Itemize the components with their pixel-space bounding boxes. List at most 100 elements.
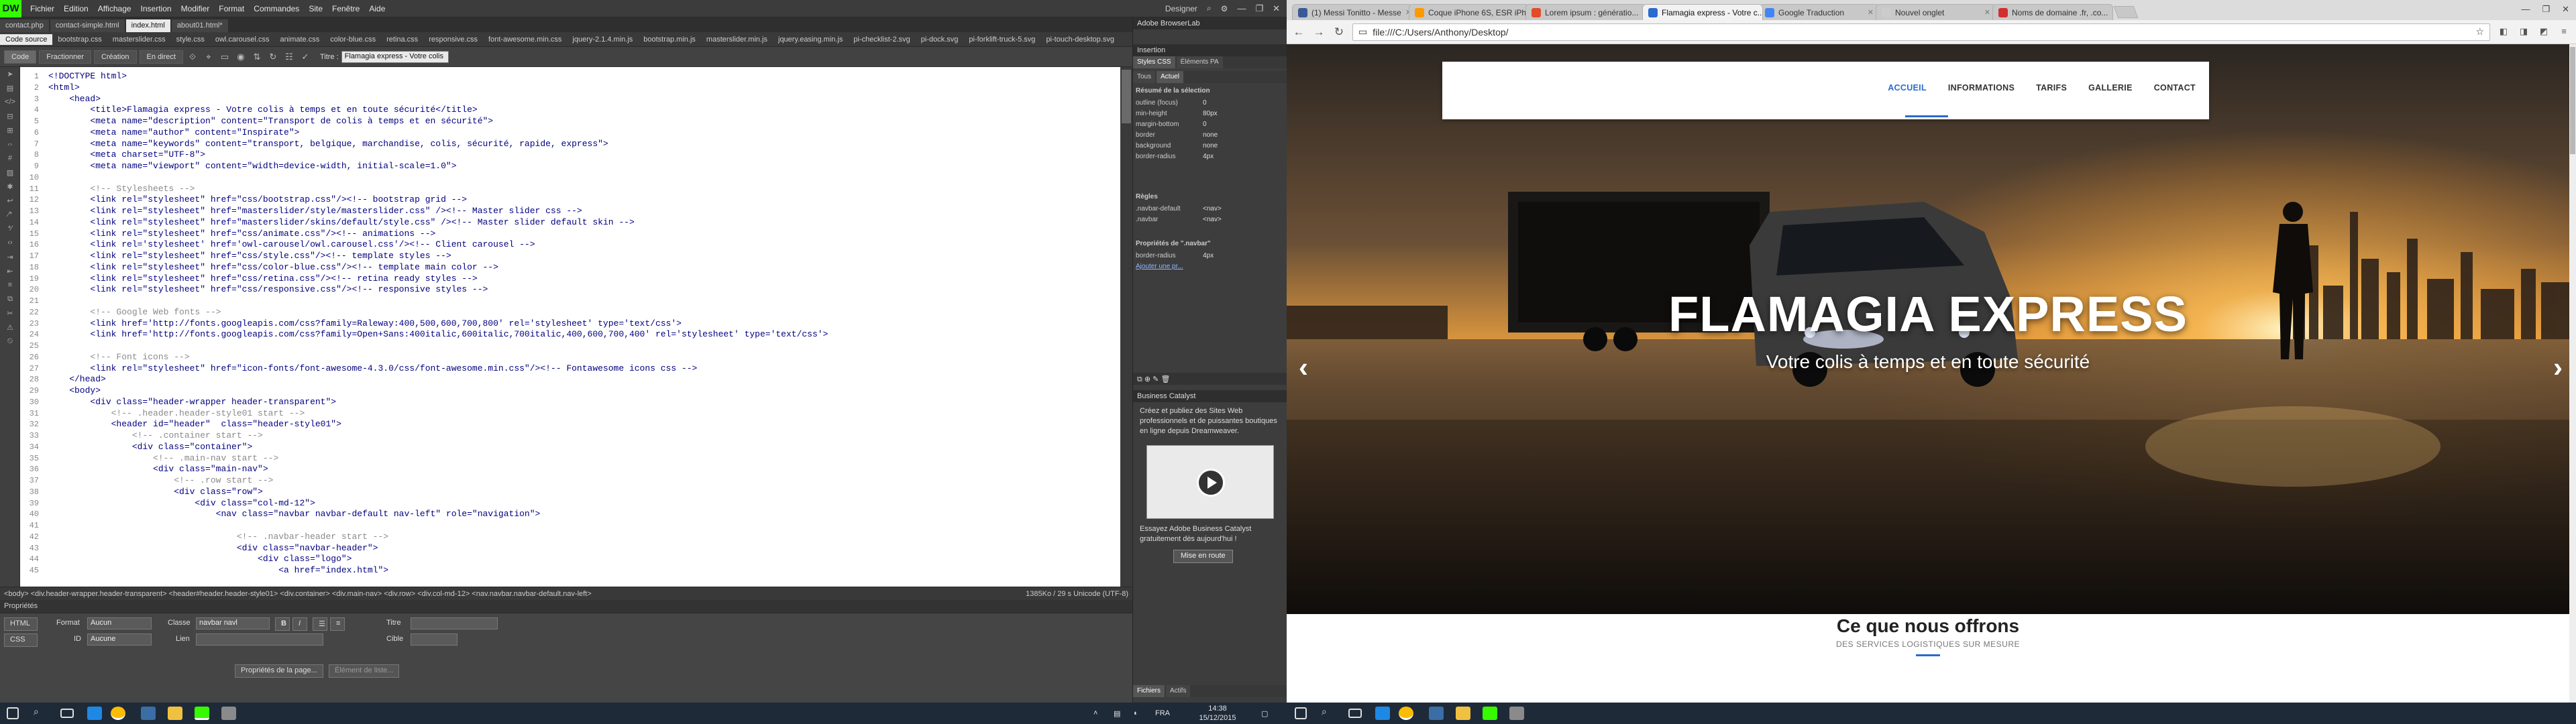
view-code-button[interactable]: Code: [4, 50, 37, 64]
files-panel-tab[interactable]: Actifs: [1166, 685, 1191, 697]
minimize-icon[interactable]: —: [2521, 4, 2530, 15]
tab-close-icon[interactable]: ✕: [1984, 8, 1990, 17]
related-file[interactable]: pi-checklist-2.svg: [848, 36, 915, 44]
related-file[interactable]: bootstrap.min.js: [638, 36, 701, 44]
page-properties-button[interactable]: Propriétés de la page...: [235, 664, 323, 678]
related-file[interactable]: pi-forklift-truck-5.svg: [963, 36, 1040, 44]
tray-up-icon[interactable]: ˄: [1093, 709, 1097, 717]
dreamweaver-taskbar-icon[interactable]: [195, 707, 209, 720]
start-icon[interactable]: [7, 707, 19, 719]
document-tab[interactable]: contact-simple.html: [50, 19, 125, 32]
menu-item[interactable]: Affichage: [93, 4, 136, 13]
code-line[interactable]: <meta name="description" content="Transp…: [48, 116, 1115, 127]
css-panel-tab[interactable]: Éléments PA: [1176, 56, 1223, 68]
summary-row[interactable]: outline (focus) 0: [1136, 99, 1285, 109]
minimize-icon[interactable]: —: [1237, 3, 1246, 14]
code-line[interactable]: <div class="container">: [48, 442, 1115, 453]
code-line[interactable]: <link href='http://fonts.googleapis.com/…: [48, 318, 1115, 330]
menu-item[interactable]: Fenêtre: [327, 4, 364, 13]
close-icon[interactable]: ✕: [1273, 3, 1280, 14]
tag-selector-path[interactable]: <body> <div.header-wrapper.header-transp…: [4, 590, 592, 598]
code-line[interactable]: <html>: [48, 82, 1115, 94]
document-tab[interactable]: about01.html*: [171, 19, 228, 32]
comment-icon[interactable]: ⁄*: [3, 210, 17, 222]
chrome-taskbar-icon[interactable]: [111, 707, 125, 720]
link-field[interactable]: [196, 634, 323, 646]
search-icon[interactable]: ⌕: [1207, 3, 1212, 13]
app-taskbar-icon[interactable]: [141, 707, 156, 720]
code-line[interactable]: [48, 341, 1115, 352]
properties-panel-title[interactable]: Propriétés: [0, 600, 1132, 613]
title-input[interactable]: Flamagia express - Votre colis: [341, 50, 449, 63]
task-view-icon[interactable]: [1348, 709, 1362, 718]
code-line[interactable]: <link rel="stylesheet" href="css/respons…: [48, 284, 1115, 296]
wrap-icon[interactable]: ↩: [3, 196, 17, 208]
collapse-icon[interactable]: ⊟: [3, 112, 17, 123]
notifications-icon[interactable]: ▢: [1261, 709, 1268, 718]
css-property-row-value[interactable]: 4px: [1203, 252, 1285, 262]
code-line[interactable]: <div class="row">: [48, 487, 1115, 498]
browser-tab[interactable]: Noms de domaine .fr, .co... ✕: [1992, 4, 2113, 20]
app-taskbar-icon[interactable]: [1429, 707, 1444, 720]
pointer-icon[interactable]: ➤: [3, 70, 17, 81]
extension-icon[interactable]: ◩: [2537, 26, 2551, 38]
related-file[interactable]: pi-touch-desktop.svg: [1040, 36, 1120, 44]
slider-prev-icon[interactable]: ‹: [1299, 351, 1308, 383]
id-select[interactable]: Aucune: [87, 634, 152, 646]
forward-icon[interactable]: →: [1312, 25, 1326, 39]
code-line[interactable]: <link href='http://fonts.googleapis.com/…: [48, 329, 1115, 341]
target-select[interactable]: [411, 634, 458, 646]
browser-tab[interactable]: (1) Messi Tonitto - Messe✕: [1292, 4, 1413, 20]
rule-row[interactable]: .navbar <nav>: [1136, 216, 1285, 226]
chrome-taskbar-icon[interactable]: [1399, 707, 1413, 720]
code-line[interactable]: <div class="header-wrapper header-transp…: [48, 397, 1115, 408]
code-content[interactable]: <!DOCTYPE html> <html> <head> <title>Flam…: [48, 71, 1115, 577]
address-bar[interactable]: ▭ file:///C:/Users/Anthony/Desktop/ ☆: [1352, 23, 2490, 41]
code-line[interactable]: <a href="index.html">: [48, 565, 1115, 577]
volume-icon[interactable]: ◐: [1134, 709, 1138, 717]
file-management-icon[interactable]: ⇅: [250, 50, 264, 64]
related-file[interactable]: owl.carousel.css: [210, 36, 275, 44]
syntax-icon[interactable]: ✱: [3, 182, 17, 194]
related-file[interactable]: animate.css: [275, 36, 325, 44]
css-panel-tab[interactable]: Styles CSS: [1133, 56, 1175, 68]
back-icon[interactable]: ←: [1292, 25, 1305, 39]
document-tab[interactable]: index.html: [125, 19, 170, 32]
clock-date[interactable]: 15/12/2015: [1194, 714, 1241, 722]
unordered-list-icon[interactable]: ☰: [313, 617, 327, 631]
summary-row[interactable]: min-height 80px: [1136, 110, 1285, 120]
code-line[interactable]: <link rel="stylesheet" href="icon-fonts/…: [48, 363, 1115, 375]
summary-row-value[interactable]: 0: [1203, 99, 1285, 109]
file-icon[interactable]: ▤: [3, 84, 17, 95]
nav-link-gallerie[interactable]: GALLERIE: [2088, 83, 2133, 93]
editor-scrollbar-thumb[interactable]: [1122, 70, 1131, 123]
code-line[interactable]: <header id="header" class="header-style0…: [48, 419, 1115, 430]
nav-link-contact[interactable]: CONTACT: [2154, 83, 2196, 93]
code-line[interactable]: <!-- .row start -->: [48, 475, 1115, 487]
list-item-button[interactable]: Élément de liste...: [329, 664, 400, 678]
browser-tab[interactable]: Nouvel onglet ✕: [1876, 4, 1996, 20]
code-line[interactable]: <title>Flamagia express - Votre colis à …: [48, 105, 1115, 116]
summary-row[interactable]: border none: [1136, 131, 1285, 141]
validate-icon[interactable]: ✓: [299, 50, 312, 64]
related-file[interactable]: responsive.css: [423, 36, 483, 44]
rule-row[interactable]: .navbar-default <nav>: [1136, 205, 1285, 215]
code-line[interactable]: <meta name="author" content="Inspirate">: [48, 127, 1115, 139]
css-mode-button[interactable]: CSS: [4, 634, 38, 647]
new-tab-icon[interactable]: [2113, 6, 2139, 18]
live-code-icon[interactable]: ⟐: [186, 50, 199, 64]
files-panel-tab[interactable]: Fichiers: [1133, 685, 1165, 697]
view-création-button[interactable]: Création: [93, 50, 137, 64]
code-line[interactable]: <head>: [48, 94, 1115, 105]
related-file[interactable]: Code source: [0, 34, 53, 45]
summary-row-value[interactable]: none: [1203, 142, 1285, 152]
code-line[interactable]: <link rel="stylesheet" href="masterslide…: [48, 217, 1115, 229]
line-numbers-icon[interactable]: #: [3, 154, 17, 166]
outdent-icon[interactable]: ⇤: [3, 267, 17, 278]
menu-item[interactable]: Insertion: [136, 4, 176, 13]
app-taskbar-icon[interactable]: [1509, 707, 1524, 720]
summary-row-value[interactable]: none: [1203, 131, 1285, 141]
code-line[interactable]: <link rel="stylesheet" href="masterslide…: [48, 206, 1115, 217]
extension-icon[interactable]: ◧: [2497, 26, 2510, 38]
code-line[interactable]: <nav class="navbar navbar-default nav-le…: [48, 509, 1115, 520]
